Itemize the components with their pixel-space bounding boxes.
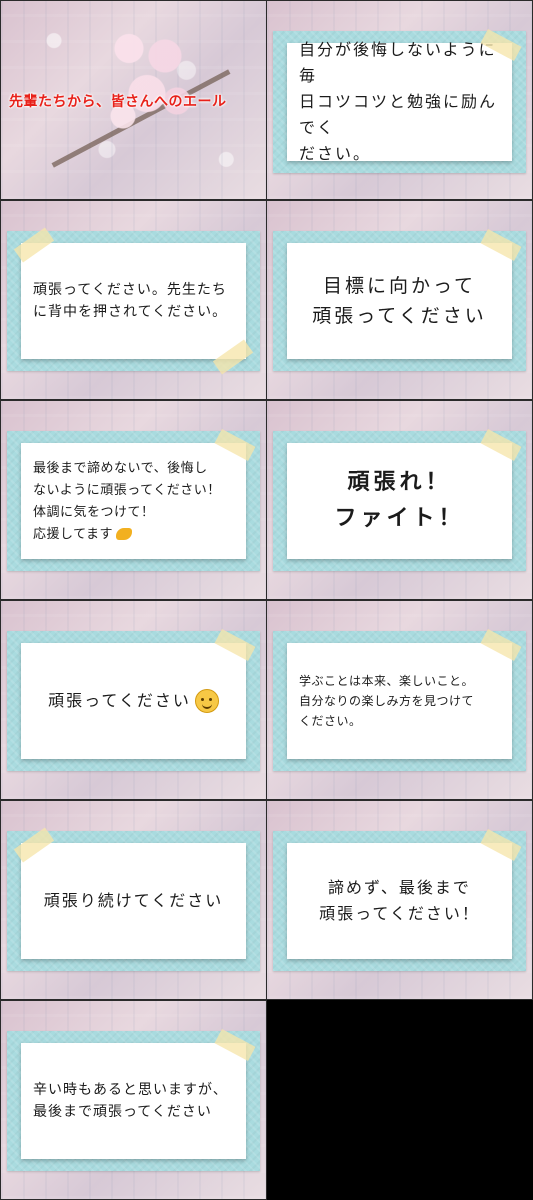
message-card: 自分が後悔しないように毎 日コツコツと勉強に励んでく ださい。 <box>273 29 526 173</box>
message-text: 頑張ってください <box>48 691 191 710</box>
message-text: 諦めず、最後まで 頑張ってください！ <box>319 878 480 923</box>
message-card: 諦めず、最後まで 頑張ってください！ <box>273 829 526 971</box>
message-text: 学ぶことは本来、楽しいこと。 自分なりの楽しみ方を見つけて ください。 <box>299 674 475 728</box>
message-paper: 頑張れ！ ファイト！ <box>287 443 512 559</box>
message-panel-6: 頑張ってください <box>0 600 267 800</box>
smiling-face-icon <box>194 689 219 713</box>
message-panel-8: 頑張り続けてください <box>0 800 267 1000</box>
message-paper: 辛い時もあると思いますが、 最後まで頑張ってください <box>21 1043 246 1159</box>
page-title: 先輩たちから、皆さんへのエール <box>9 94 227 110</box>
message-text: 頑張れ！ ファイト！ <box>334 470 465 531</box>
empty-black-panel <box>267 1000 533 1200</box>
message-text: 目標に向かって 頑張ってください <box>312 275 487 327</box>
message-panel-7: 学ぶことは本来、楽しいこと。 自分なりの楽しみ方を見つけて ください。 <box>266 600 533 800</box>
message-panel-9: 諦めず、最後まで 頑張ってください！ <box>266 800 533 1000</box>
message-card: 頑張ってください。先生たち に背中を押されてください。 <box>7 227 260 375</box>
message-paper: 頑張り続けてください <box>21 843 246 959</box>
message-text: 頑張ってください。先生たち に背中を押されてください。 <box>33 282 228 320</box>
message-paper: 諦めず、最後まで 頑張ってください！ <box>287 843 512 959</box>
message-panel-3: 目標に向かって 頑張ってください <box>266 200 533 400</box>
message-panel-4: 最後まで諦めないで、後悔し ないように頑張ってください！ 体調に気をつけて！ 応… <box>0 400 267 600</box>
message-text: 自分が後悔しないように毎 日コツコツと勉強に励んでく ださい。 <box>299 40 498 163</box>
message-card: 辛い時もあると思いますが、 最後まで頑張ってください <box>7 1029 260 1171</box>
message-paper: 頑張ってください。先生たち に背中を押されてください。 <box>21 243 246 359</box>
message-card: 学ぶことは本来、楽しいこと。 自分なりの楽しみ方を見つけて ください。 <box>273 629 526 771</box>
message-text-wrapper: 最後まで諦めないで、後悔し ないように頑張ってください！ 体調に気をつけて！ 応… <box>33 457 234 545</box>
header-panel: 先輩たちから、皆さんへのエール <box>0 0 267 200</box>
message-card: 最後まで諦めないで、後悔し ないように頑張ってください！ 体調に気をつけて！ 応… <box>7 429 260 571</box>
message-text: 辛い時もあると思いますが、 最後まで頑張ってください <box>33 1082 228 1120</box>
message-card: 頑張れ！ ファイト！ <box>273 429 526 571</box>
message-panel-5: 頑張れ！ ファイト！ <box>266 400 533 600</box>
flexed-biceps-icon <box>115 527 132 540</box>
message-panel-2: 頑張ってください。先生たち に背中を押されてください。 <box>0 200 267 400</box>
message-paper: 頑張ってください <box>21 643 246 759</box>
message-panel-10: 辛い時もあると思いますが、 最後まで頑張ってください <box>0 1000 267 1200</box>
message-paper: 学ぶことは本来、楽しいこと。 自分なりの楽しみ方を見つけて ください。 <box>287 643 512 759</box>
cherry-blossom-decoration <box>93 11 213 161</box>
message-card: 目標に向かって 頑張ってください <box>273 229 526 371</box>
message-panel-1: 自分が後悔しないように毎 日コツコツと勉強に励んでく ださい。 <box>266 0 533 200</box>
message-paper: 自分が後悔しないように毎 日コツコツと勉強に励んでく ださい。 <box>287 40 512 163</box>
message-paper: 最後まで諦めないで、後悔し ないように頑張ってください！ 体調に気をつけて！ 応… <box>21 443 246 559</box>
message-paper: 目標に向かって 頑張ってください <box>287 243 512 359</box>
message-card: 頑張ってください <box>7 629 260 771</box>
message-text: 頑張り続けてください <box>43 891 224 910</box>
message-card: 頑張り続けてください <box>7 827 260 971</box>
